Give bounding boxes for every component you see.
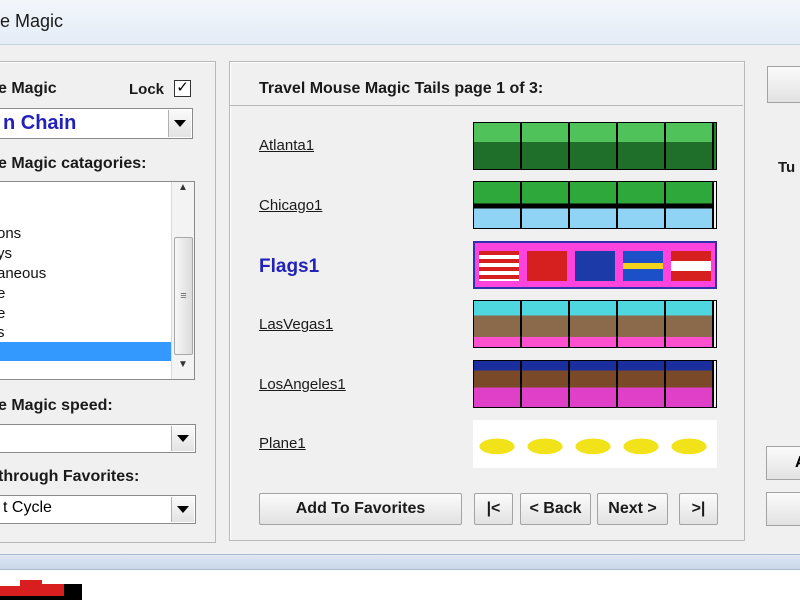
preview-tile	[666, 361, 714, 407]
tail-preview-plane1[interactable]	[473, 420, 717, 468]
last-page-button[interactable]: >|	[679, 493, 718, 525]
preview-tile	[474, 301, 522, 347]
check-icon: ✓	[176, 79, 189, 96]
preview-tile	[570, 361, 618, 407]
cycle-value: t Cycle	[3, 499, 52, 516]
speed-select[interactable]	[0, 424, 196, 453]
preview-tile	[618, 123, 666, 169]
tail-preview-losangeles1[interactable]	[473, 360, 717, 408]
magic-type-value: n Chain	[3, 112, 77, 134]
tail-preview-flags1[interactable]	[473, 241, 717, 289]
preview-tile	[618, 182, 666, 228]
cycle-select[interactable]: t Cycle	[0, 495, 196, 524]
preview-tile	[666, 301, 714, 347]
list-item[interactable]: e	[0, 304, 5, 324]
tail-link-lasvegas1[interactable]: LasVegas1	[259, 316, 333, 333]
app-logo-icon	[0, 580, 82, 600]
scroll-down-icon[interactable]: ▼	[172, 359, 194, 379]
preview-tile	[623, 251, 663, 281]
tail-preview-chicago1[interactable]	[473, 181, 717, 229]
speed-label: e Magic speed:	[0, 397, 113, 414]
preview-tile	[671, 251, 711, 281]
preview-tile	[522, 361, 570, 407]
preview-tile	[527, 251, 567, 281]
preview-tile	[618, 361, 666, 407]
tail-link-flags1[interactable]: Flags1	[259, 256, 319, 278]
preview-tile	[618, 301, 666, 347]
dropdown-arrow-icon[interactable]	[168, 110, 191, 137]
tail-link-losangeles1[interactable]: LosAngeles1	[259, 376, 346, 393]
preview-tile	[522, 182, 570, 228]
right-partial-label: Tu	[778, 159, 796, 176]
preview-tile	[665, 420, 713, 468]
list-item[interactable]: e	[0, 284, 5, 304]
tail-link-chicago1[interactable]: Chicago1	[259, 197, 322, 214]
preview-tile	[666, 123, 714, 169]
preview-tile	[474, 182, 522, 228]
right-bottom-button[interactable]	[766, 492, 800, 526]
preview-tile	[575, 251, 615, 281]
scroll-up-icon[interactable]: ▲	[172, 182, 194, 202]
list-item[interactable]: ons	[0, 224, 21, 244]
right-top-button[interactable]	[767, 66, 800, 103]
window-bottom-border	[0, 554, 800, 570]
magic-type-select[interactable]: n Chain	[0, 108, 193, 139]
dropdown-arrow-icon[interactable]	[171, 497, 194, 522]
magic-type-label: e Magic	[0, 80, 57, 97]
preview-tile	[569, 420, 617, 468]
window-title: e Magic	[0, 11, 64, 31]
list-item[interactable]: ys	[0, 244, 12, 264]
scrollbar-thumb[interactable]: ≡	[174, 237, 193, 355]
tail-preview-lasvegas1[interactable]	[473, 300, 717, 348]
tails-page-header: Travel Mouse Magic Tails page 1 of 3:	[259, 80, 544, 97]
categories-scrollbar[interactable]: ▲ ≡ ▼	[171, 182, 194, 379]
preview-tile	[474, 361, 522, 407]
categories-label: e Magic catagories:	[0, 155, 147, 172]
preview-tile	[522, 301, 570, 347]
preview-tile	[570, 182, 618, 228]
preview-tile	[474, 123, 522, 169]
preview-tile	[570, 123, 618, 169]
tail-preview-atlanta1[interactable]	[473, 122, 717, 170]
add-to-favorites-button[interactable]: Add To Favorites	[259, 493, 462, 525]
preview-tile	[522, 123, 570, 169]
right-partial-button-label: A	[795, 454, 800, 471]
next-button[interactable]: Next >	[597, 493, 668, 525]
selected-category-highlight	[0, 342, 171, 361]
header-divider	[230, 105, 743, 106]
list-item[interactable]: aneous	[0, 264, 46, 284]
preview-tile	[570, 301, 618, 347]
lock-checkbox[interactable]: ✓	[174, 80, 191, 97]
first-page-button[interactable]: |<	[474, 493, 513, 525]
dropdown-arrow-icon[interactable]	[171, 426, 194, 451]
cycle-favorites-label: through Favorites:	[0, 468, 140, 485]
back-button[interactable]: < Back	[520, 493, 591, 525]
list-item[interactable]: s	[0, 323, 5, 343]
tail-link-plane1[interactable]: Plane1	[259, 435, 306, 452]
lock-label: Lock	[129, 81, 165, 98]
right-partial-button[interactable]: A	[766, 446, 800, 480]
preview-tile	[473, 420, 521, 468]
tail-link-atlanta1[interactable]: Atlanta1	[259, 137, 314, 154]
categories-listbox[interactable]: ons ys aneous e e s ▲ ≡ ▼	[0, 181, 195, 380]
preview-tile	[617, 420, 665, 468]
preview-tile	[666, 182, 714, 228]
title-bar: e Magic	[0, 0, 800, 45]
preview-tile	[521, 420, 569, 468]
preview-tile	[479, 251, 519, 281]
